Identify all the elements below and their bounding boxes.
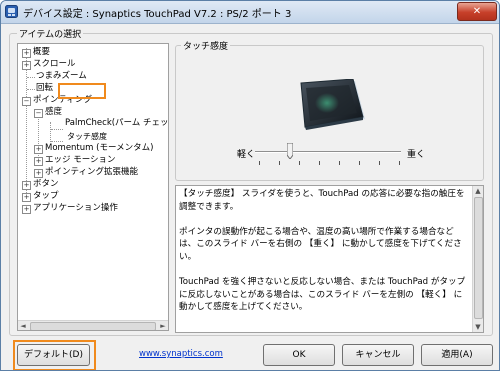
- sensitivity-slider-track[interactable]: [255, 151, 401, 153]
- tree-toggle-pointing[interactable]: −: [22, 97, 31, 106]
- tree-item-sensitivity[interactable]: 感度: [45, 107, 62, 118]
- apply-button[interactable]: 適用(A): [421, 344, 493, 366]
- tree-item-buttons[interactable]: ボタン: [33, 179, 59, 190]
- title-bar: デバイス設定 : Synaptics TouchPad V7.2 : PS/2 …: [1, 1, 499, 24]
- tree-item-rotate[interactable]: 回転: [36, 83, 53, 94]
- tree-line: [27, 77, 35, 78]
- tree-item-overview[interactable]: 概要: [33, 47, 50, 58]
- tree-item-touch-sensitivity[interactable]: タッチ感度: [67, 131, 107, 142]
- tree-line: [50, 122, 51, 142]
- touch-sensitivity-group-label: タッチ感度: [181, 39, 231, 52]
- scroll-thumb[interactable]: [30, 322, 156, 330]
- synaptics-app-icon: [5, 5, 18, 18]
- slider-tick: [339, 161, 340, 165]
- tree-item-pointing-extensions[interactable]: ポインティング拡張機能: [45, 167, 138, 178]
- tree-toggle-momentum[interactable]: +: [34, 145, 43, 154]
- tree-item-tap[interactable]: タップ: [33, 191, 59, 202]
- tree-item-palmcheck[interactable]: PalmCheck(パーム チェック): [65, 118, 168, 129]
- sensitivity-slider-thumb[interactable]: [287, 143, 293, 159]
- scroll-thumb[interactable]: [474, 197, 483, 319]
- ok-button[interactable]: OK: [263, 344, 335, 366]
- tree-toggle-scroll[interactable]: +: [22, 61, 31, 70]
- slider-tick: [299, 161, 300, 165]
- slider-tick: [399, 161, 400, 165]
- device-settings-window: デバイス設定 : Synaptics TouchPad V7.2 : PS/2 …: [0, 0, 500, 371]
- tree-toggle-sensitivity[interactable]: −: [34, 109, 43, 118]
- slider-tick: [319, 161, 320, 165]
- window-title: デバイス設定 : Synaptics TouchPad V7.2 : PS/2 …: [23, 9, 292, 20]
- scroll-right-icon[interactable]: ►: [158, 321, 168, 330]
- slider-max-label: 重く: [407, 150, 426, 160]
- description-paragraph: TouchPad を強く押さないと反応しない場合、または TouchPad がタ…: [179, 277, 466, 313]
- items-group-label: アイテムの選択: [17, 27, 84, 40]
- tree-item-pinch-zoom[interactable]: つまみズーム: [36, 71, 87, 82]
- description-text: 【タッチ感度】 スライダを使うと、TouchPad の応答に必要な指の触圧を調整…: [179, 188, 469, 314]
- tree-item-edge-motion[interactable]: エッジ モーション: [45, 155, 116, 166]
- tree-toggle-gaiyou[interactable]: +: [22, 49, 31, 58]
- touchpad-illustration: [300, 79, 365, 130]
- slider-tick: [279, 161, 280, 165]
- tree-line: [51, 141, 63, 142]
- tree-toggle-app-gestures[interactable]: +: [22, 205, 31, 214]
- description-panel: 【タッチ感度】 スライダを使うと、TouchPad の応答に必要な指の触圧を調整…: [175, 185, 484, 333]
- tree-line: [51, 129, 63, 130]
- description-paragraph: ポインタの誤動作が起こる場合や、温度の高い場所で作業する場合などは、このスライド…: [179, 226, 462, 262]
- tree-line: [27, 89, 35, 90]
- tree-line: [26, 48, 27, 201]
- close-button[interactable]: ✕: [457, 2, 497, 21]
- tree-toggle-edge-motion[interactable]: +: [34, 157, 43, 166]
- slider-tick: [379, 161, 380, 165]
- tree-toggle-tap[interactable]: +: [22, 193, 31, 202]
- default-button-highlight: [13, 340, 96, 370]
- cancel-button[interactable]: キャンセル: [342, 344, 414, 366]
- tree-horizontal-scrollbar[interactable]: ◄ ►: [18, 320, 168, 330]
- tree-toggle-pointing-ext[interactable]: +: [34, 169, 43, 178]
- description-vertical-scrollbar[interactable]: ▲ ▼: [472, 186, 483, 332]
- scroll-down-icon[interactable]: ▼: [473, 322, 483, 332]
- tree-item-scroll[interactable]: スクロール: [33, 59, 76, 70]
- description-paragraph: 【タッチ感度】 スライダを使うと、TouchPad の応答に必要な指の触圧を調整…: [179, 189, 465, 212]
- tree-item-app-gestures[interactable]: アプリケーション操作: [33, 203, 118, 214]
- slider-tick: [359, 161, 360, 165]
- selected-item-highlight: [58, 83, 106, 99]
- slider-min-label: 軽く: [237, 150, 256, 160]
- scroll-left-icon[interactable]: ◄: [18, 321, 28, 330]
- tree-toggle-buttons[interactable]: +: [22, 181, 31, 190]
- tree-item-momentum[interactable]: Momentum (モーメンタム): [45, 143, 153, 154]
- slider-tick: [259, 161, 260, 165]
- scroll-up-icon[interactable]: ▲: [473, 186, 483, 196]
- synaptics-link[interactable]: www.synaptics.com: [139, 349, 223, 359]
